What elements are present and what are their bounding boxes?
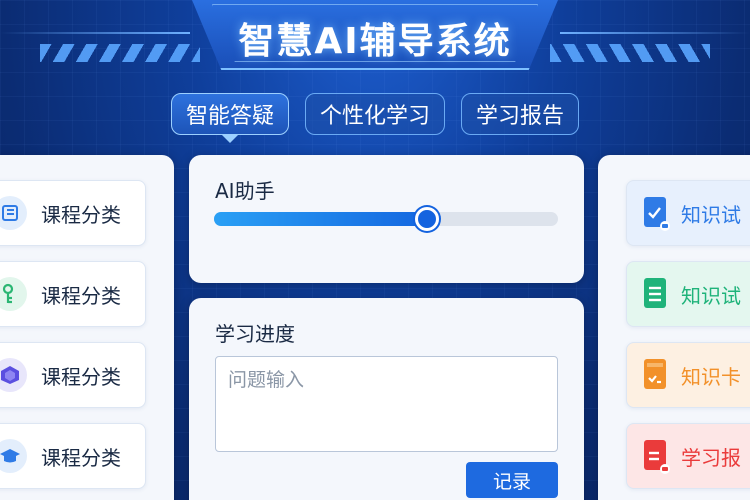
sidebar-item-course-category-2[interactable]: 课程分类 — [0, 261, 146, 327]
sidebar-item-label: 知识试 — [681, 202, 741, 227]
sidebar-item-knowledge-card[interactable]: 知识卡 — [626, 342, 750, 408]
sidebar-item-knowledge-test-1[interactable]: 知识试 — [626, 180, 750, 246]
book-icon — [0, 196, 27, 230]
learning-progress-title: 学习进度 — [215, 322, 295, 346]
sidebar-item-course-category-3[interactable]: 课程分类 — [0, 342, 146, 408]
page-title: 智慧AI辅导系统 — [238, 21, 512, 62]
orange-document-icon — [643, 358, 669, 392]
tab-smart-qa[interactable]: 智能答疑 — [170, 93, 289, 143]
graduation-cap-icon — [0, 439, 27, 473]
sidebar-item-label: 知识试 — [681, 283, 741, 308]
blue-document-icon — [643, 196, 670, 231]
sidebar-item-knowledge-test-2[interactable]: 知识试 — [626, 261, 750, 327]
header: 智慧AI辅导系统 — [0, 0, 750, 80]
ai-slider[interactable] — [214, 207, 558, 231]
sidebar-item-label: 课程分类 — [41, 364, 121, 389]
green-document-icon — [643, 277, 669, 311]
record-button[interactable]: 记录 — [466, 462, 558, 498]
sidebar-item-label: 课程分类 — [41, 445, 121, 470]
sidebar-item-label: 学习报 — [681, 445, 741, 470]
slider-fill — [214, 212, 428, 226]
key-icon — [0, 277, 27, 311]
tab-personalized-learning[interactable]: 个性化学习 — [304, 93, 445, 135]
cube-icon — [0, 358, 27, 392]
sidebar-item-course-category-1[interactable]: 课程分类 — [0, 180, 146, 246]
tab-learning-report[interactable]: 学习报告 — [461, 93, 580, 135]
tab-bar: 智能答疑 个性化学习 学习报告 — [0, 93, 750, 143]
question-input[interactable] — [215, 356, 558, 452]
sidebar-item-label: 课程分类 — [41, 283, 121, 308]
sidebar-item-course-category-4[interactable]: 课程分类 — [0, 423, 146, 489]
red-document-icon — [643, 439, 670, 474]
sidebar-item-label: 知识卡 — [681, 364, 741, 389]
ai-assistant-title: AI助手 — [215, 179, 275, 203]
sidebar-item-learning-report[interactable]: 学习报 — [626, 423, 750, 489]
sidebar-item-label: 课程分类 — [41, 202, 121, 227]
